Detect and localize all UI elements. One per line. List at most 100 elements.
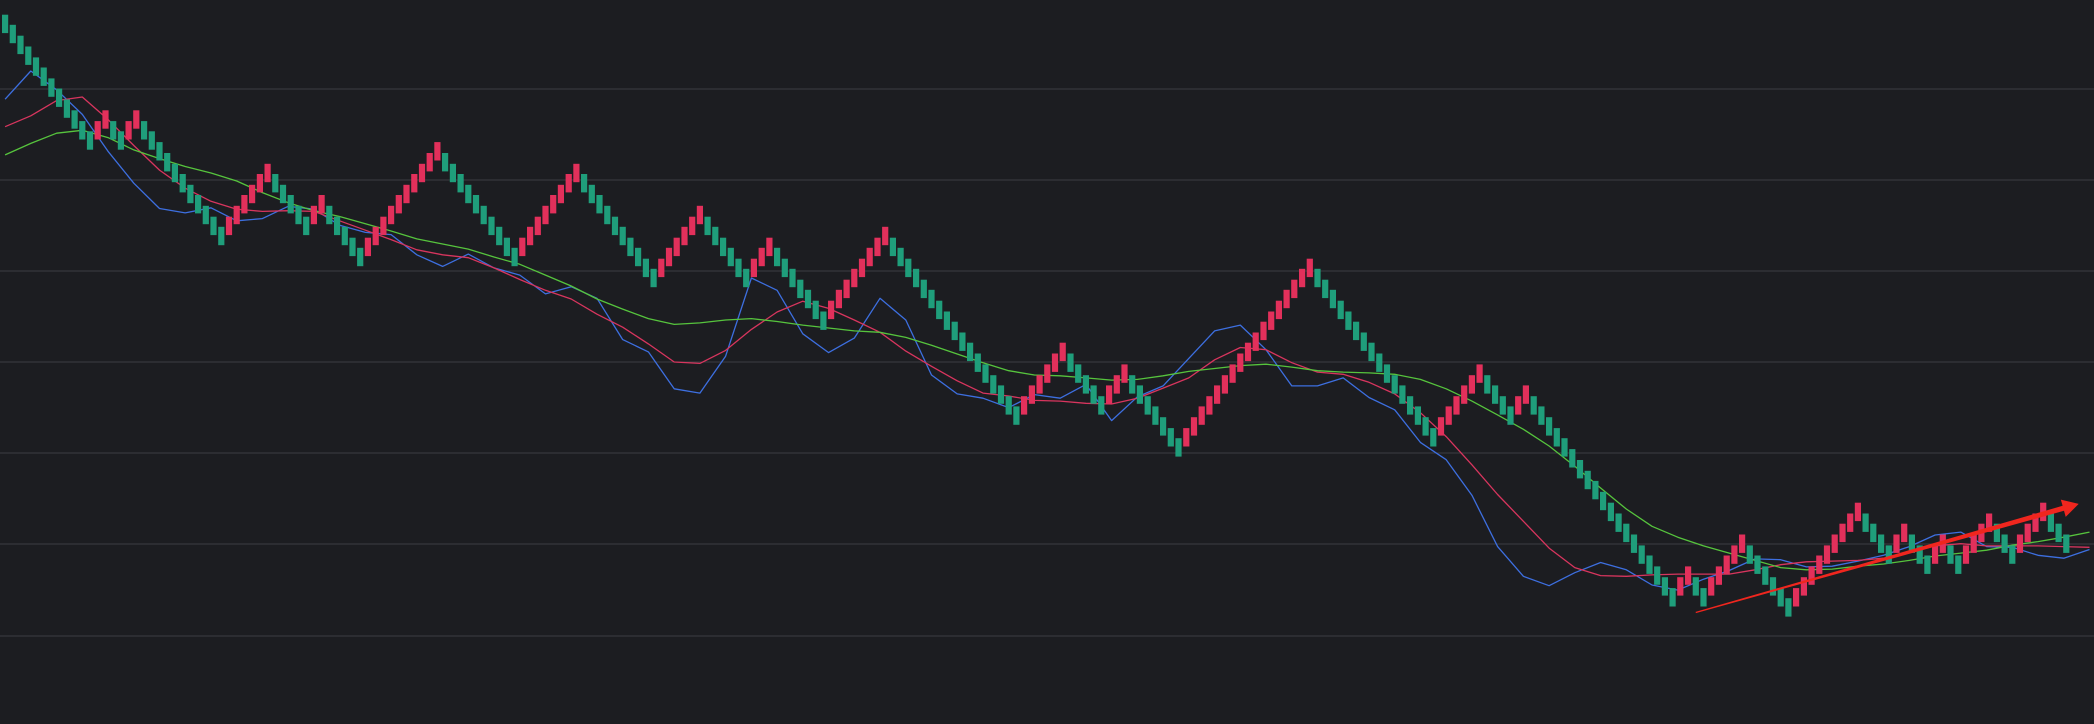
brick-92 [704, 216, 711, 236]
brick-166 [1275, 300, 1282, 320]
brick-183 [1407, 396, 1414, 415]
brick-136 [1044, 364, 1051, 383]
brick-169 [1299, 268, 1306, 288]
brick-13 [94, 121, 101, 140]
brick-115 [882, 226, 889, 246]
brick-138 [1059, 342, 1066, 362]
brick-209 [1607, 502, 1614, 522]
brick-197 [1515, 396, 1522, 415]
brick-262 [2016, 534, 2024, 553]
brick-85 [650, 268, 657, 288]
brick-152 [1167, 428, 1174, 447]
brick-12 [86, 131, 94, 150]
brick-24 [179, 174, 186, 193]
brick-113 [866, 247, 873, 267]
brick-44 [334, 216, 341, 236]
brick-101 [774, 247, 781, 267]
brick-121 [928, 289, 935, 309]
brick-38 [287, 195, 294, 214]
brick-93 [712, 226, 719, 246]
brick-35 [264, 163, 271, 183]
brick-76 [581, 174, 588, 193]
brick-164 [1260, 321, 1267, 341]
brick-198 [1522, 385, 1529, 404]
brick-212 [1630, 534, 1638, 553]
brick-37 [279, 184, 287, 204]
brick-7 [48, 78, 55, 97]
brick-58 [442, 153, 449, 172]
brick-50 [380, 216, 387, 236]
brick-234 [1800, 577, 1807, 596]
brick-178 [1368, 342, 1375, 362]
brick-111 [851, 268, 858, 288]
brick-72 [550, 195, 557, 214]
brick-110 [843, 279, 850, 299]
brick-233 [1793, 588, 1800, 607]
brick-247 [1901, 523, 1908, 543]
brick-105 [804, 289, 812, 309]
brick-80 [611, 216, 619, 236]
brick-203 [1561, 438, 1568, 457]
brick-171 [1314, 268, 1321, 288]
brick-143 [1098, 396, 1105, 415]
brick-104 [797, 279, 804, 299]
brick-246 [1893, 534, 1900, 553]
brick-27 [202, 205, 209, 225]
brick-73 [557, 184, 564, 204]
brick-215 [1654, 566, 1661, 585]
brick-165 [1268, 311, 1275, 330]
brick-180 [1383, 364, 1391, 383]
brick-195 [1499, 396, 1506, 415]
brick-142 [1090, 385, 1097, 404]
brick-219 [1685, 566, 1692, 585]
brick-77 [588, 184, 595, 204]
brick-16 [117, 131, 124, 150]
brick-43 [326, 205, 333, 225]
ma-line-slow [4, 129, 2090, 571]
brick-172 [1322, 279, 1329, 299]
brick-189 [1453, 396, 1460, 415]
brick-86 [658, 258, 665, 278]
brick-140 [1075, 364, 1082, 383]
brick-177 [1360, 332, 1367, 351]
brick-3 [17, 35, 24, 55]
brick-237 [1823, 545, 1831, 564]
brick-125 [959, 332, 966, 351]
brick-263 [2024, 523, 2031, 543]
brick-148 [1136, 385, 1143, 404]
brick-5 [32, 57, 40, 76]
brick-87 [665, 247, 673, 267]
brick-206 [1584, 470, 1591, 490]
brick-103 [789, 268, 796, 288]
moving-average-lines [4, 70, 2090, 591]
brick-129 [990, 375, 997, 394]
brick-23 [171, 163, 178, 183]
brick-54 [411, 174, 418, 193]
brick-45 [341, 226, 348, 246]
brick-239 [1839, 523, 1846, 543]
brick-96 [735, 258, 742, 278]
brick-70 [534, 216, 541, 236]
brick-98 [750, 258, 757, 278]
brick-123 [943, 311, 950, 330]
brick-241 [1854, 502, 1861, 522]
brick-91 [696, 205, 703, 225]
brick-49 [372, 226, 379, 246]
brick-268 [2063, 534, 2070, 553]
brick-253 [1947, 545, 1954, 564]
brick-14 [102, 110, 109, 129]
brick-205 [1576, 460, 1584, 479]
brick-133 [1021, 396, 1028, 415]
brick-266 [2047, 513, 2054, 532]
brick-21 [156, 142, 163, 161]
brick-130 [997, 385, 1005, 404]
brick-260 [2001, 534, 2008, 553]
brick-232 [1785, 598, 1792, 617]
brick-74 [565, 174, 572, 193]
brick-146 [1121, 364, 1128, 383]
brick-48 [364, 237, 371, 257]
brick-139 [1067, 353, 1074, 372]
brick-244 [1878, 534, 1885, 553]
brick-174 [1337, 300, 1344, 320]
brick-97 [743, 268, 750, 288]
